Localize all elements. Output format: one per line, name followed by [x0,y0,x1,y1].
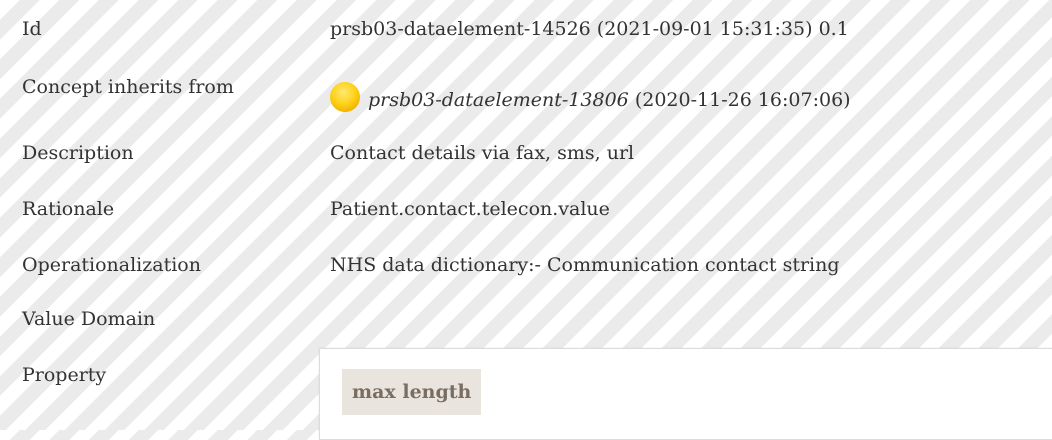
value-inherits: prsb03-dataelement-13806 (2020-11-26 16:… [330,82,851,112]
row-id: Id prsb03-dataelement-14526 (2021-09-01 … [0,18,1052,62]
label-rationale: Rationale [22,198,115,220]
row-description: Description Contact details via fax, sms… [0,142,1052,186]
row-value-domain: Value Domain [0,308,1052,352]
label-value-domain: Value Domain [22,308,156,330]
value-id: prsb03-dataelement-14526 (2021-09-01 15:… [330,18,849,40]
value-rationale: Patient.contact.telecon.value [330,198,610,220]
value-description: Contact details via fax, sms, url [330,142,635,164]
label-id: Id [22,18,42,40]
max-length-tag: max length [342,369,482,415]
row-operationalization: Operationalization NHS data dictionary:-… [0,254,1052,298]
label-property: Property [22,364,107,386]
row-inherits: Concept inherits from prsb03-dataelement… [0,76,1052,120]
label-description: Description [22,142,134,164]
label-operationalization: Operationalization [22,254,201,276]
value-operationalization: NHS data dictionary:- Communication cont… [330,254,840,276]
property-panel: max length [319,348,1052,440]
label-inherits: Concept inherits from [22,76,234,98]
inherited-concept-date: (2020-11-26 16:07:06) [634,89,851,111]
inherited-concept-link[interactable]: prsb03-dataelement-13806 [368,89,629,111]
row-rationale: Rationale Patient.contact.telecon.value [0,198,1052,242]
inherit-status-icon [330,82,360,112]
